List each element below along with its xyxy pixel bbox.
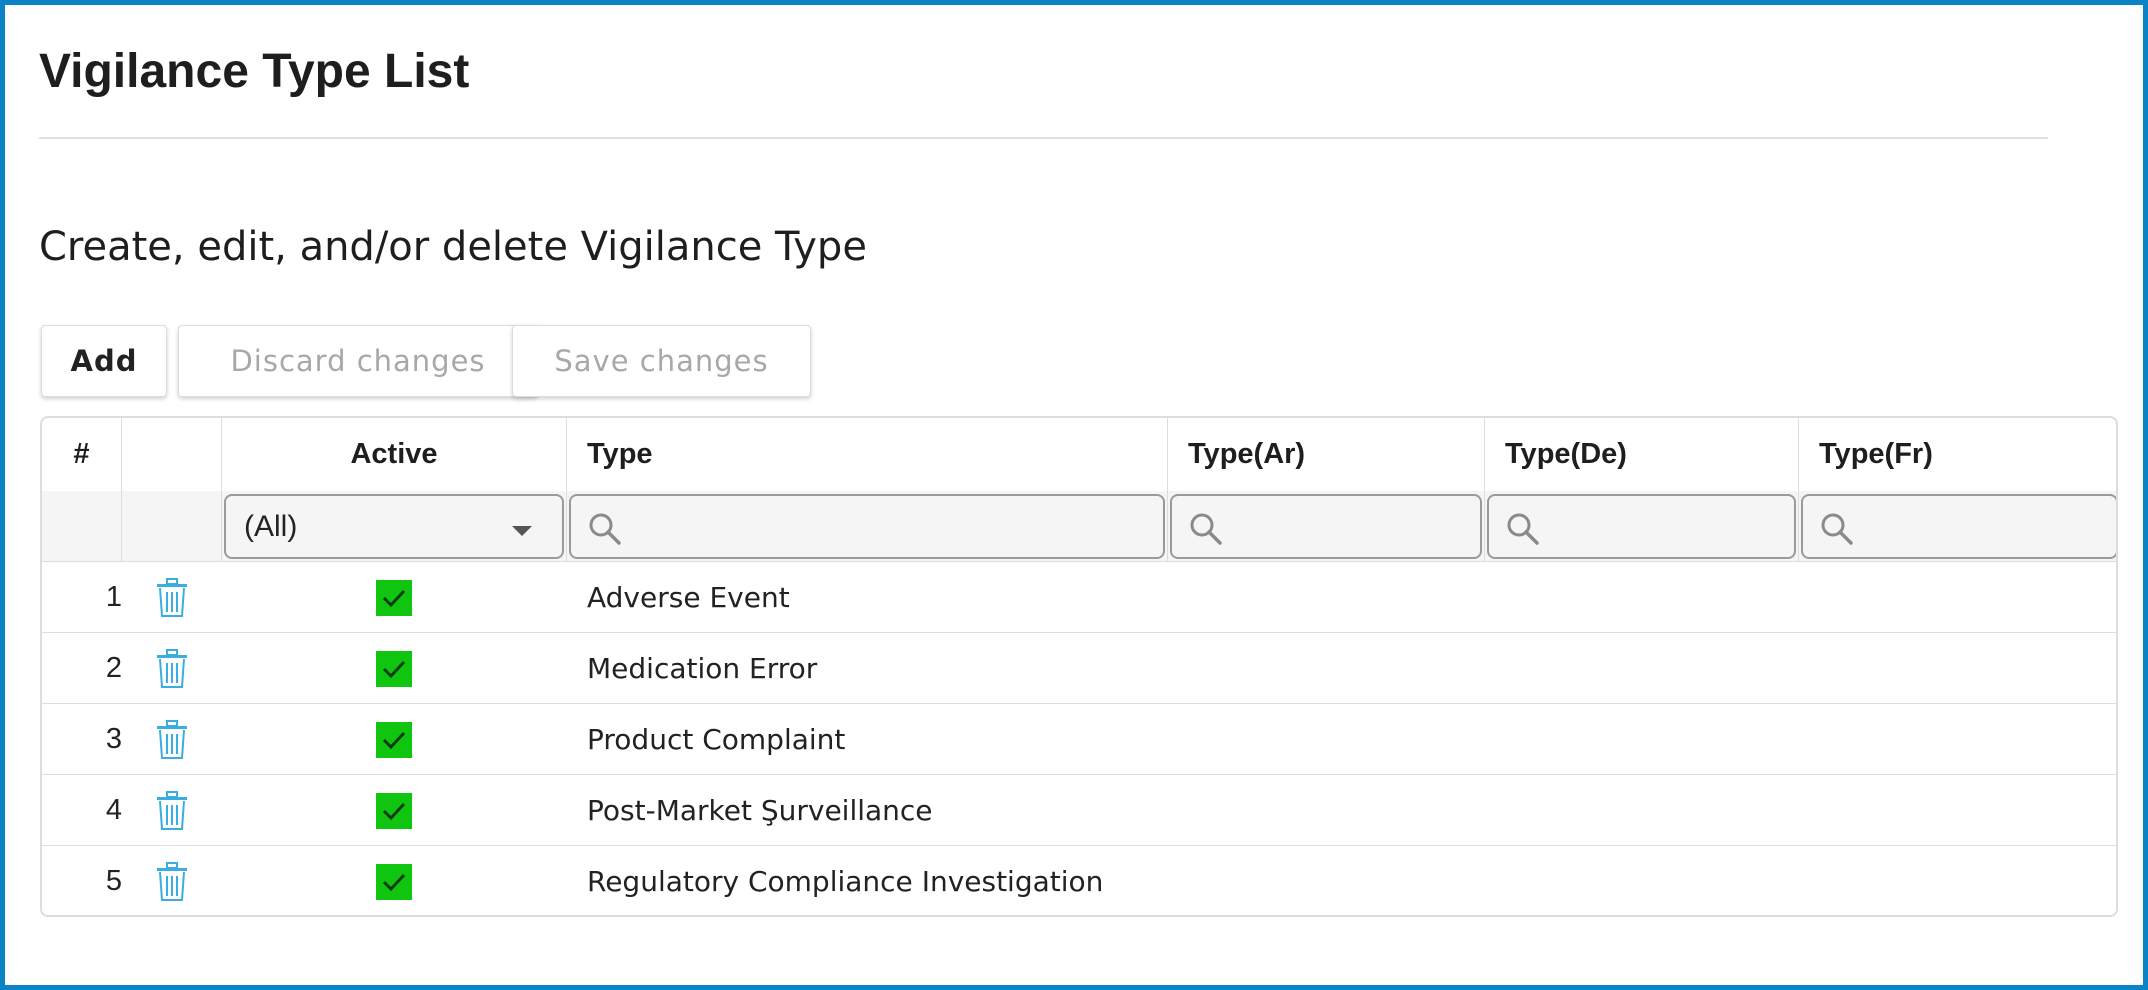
delete-row-button[interactable]: [122, 704, 222, 775]
active-cell: [222, 562, 566, 633]
type-cell[interactable]: Regulatory Compliance Investigation: [587, 846, 1187, 915]
table-row[interactable]: 3 Product Complaint: [42, 704, 2116, 775]
active-filter-select[interactable]: (All): [224, 494, 564, 559]
filter-cell-index: [42, 491, 122, 561]
row-index: 2: [105, 652, 122, 684]
type-cell[interactable]: Product Complaint: [587, 704, 1187, 775]
check-icon: [382, 589, 406, 607]
column-header-active[interactable]: Active: [222, 418, 567, 491]
trash-icon: [157, 861, 187, 901]
type-filter-input[interactable]: [631, 502, 1153, 551]
active-cell: [222, 775, 566, 846]
table-row[interactable]: 1 Adverse Event: [42, 562, 2116, 633]
delete-row-button[interactable]: [122, 562, 222, 633]
type-filter-box: [569, 494, 1165, 559]
grid-header-row: # Active Type Type(Ar) Type(De) Type(Fr): [42, 418, 2116, 492]
filter-cell-active: (All): [222, 491, 567, 561]
trash-icon: [157, 719, 187, 759]
filter-cell-type: [567, 491, 1168, 561]
type-cell[interactable]: Post-Market Şurveillance: [587, 775, 1187, 846]
trash-icon: [157, 577, 187, 617]
type-ar-filter-box: [1170, 494, 1482, 559]
filter-cell-type-fr: [1799, 491, 2116, 561]
type-ar-filter-input[interactable]: [1232, 502, 1470, 551]
check-icon: [382, 660, 406, 678]
title-divider: [39, 137, 2048, 139]
grid-filter-row: (All): [42, 491, 2116, 562]
column-header-type-ar[interactable]: Type(Ar): [1168, 418, 1485, 491]
save-changes-button[interactable]: Save changes: [512, 325, 811, 397]
check-icon: [382, 802, 406, 820]
filter-cell-delete: [122, 491, 222, 561]
type-fr-filter-box: [1801, 494, 2116, 559]
type-cell[interactable]: Adverse Event: [587, 562, 1187, 633]
active-checkbox[interactable]: [376, 863, 412, 900]
trash-icon: [157, 648, 187, 688]
active-cell: [222, 846, 566, 915]
page-title: Vigilance Type List: [39, 45, 470, 98]
active-filter-value: (All): [244, 509, 298, 543]
active-cell: [222, 633, 566, 704]
delete-row-button[interactable]: [122, 846, 222, 915]
search-icon: [589, 513, 621, 545]
search-icon: [1507, 513, 1539, 545]
discard-changes-button[interactable]: Discard changes: [178, 325, 538, 397]
add-button[interactable]: Add: [41, 325, 167, 397]
table-row[interactable]: 4 Post-Market Şurveillance: [42, 775, 2116, 846]
search-icon: [1821, 513, 1853, 545]
active-cell: [222, 704, 566, 775]
row-index: 1: [105, 581, 122, 613]
filter-cell-type-ar: [1168, 491, 1485, 561]
type-de-filter-input[interactable]: [1549, 502, 1784, 551]
check-icon: [382, 873, 406, 891]
filter-cell-type-de: [1485, 491, 1799, 561]
trash-icon: [157, 790, 187, 830]
search-icon: [1190, 513, 1222, 545]
column-header-delete: [122, 418, 222, 491]
type-cell[interactable]: Medication Error: [587, 633, 1187, 704]
check-icon: [382, 731, 406, 749]
row-index: 3: [105, 723, 122, 755]
type-de-filter-box: [1487, 494, 1796, 559]
table-row[interactable]: 5 Regulatory Compliance Investigation: [42, 846, 2116, 915]
column-header-type[interactable]: Type: [567, 418, 1168, 491]
page-subtitle: Create, edit, and/or delete Vigilance Ty…: [39, 224, 867, 270]
active-checkbox[interactable]: [376, 650, 412, 687]
active-checkbox[interactable]: [376, 579, 412, 616]
table-row[interactable]: 2 Medication Error: [42, 633, 2116, 704]
row-index: 5: [105, 865, 122, 897]
column-header-type-de[interactable]: Type(De): [1485, 418, 1799, 491]
app-frame: Vigilance Type List Create, edit, and/or…: [0, 0, 2148, 990]
type-fr-filter-input[interactable]: [1863, 502, 2106, 551]
delete-row-button[interactable]: [122, 775, 222, 846]
vigilance-type-grid: # Active Type Type(Ar) Type(De) Type(Fr)…: [40, 416, 2118, 917]
active-checkbox[interactable]: [376, 792, 412, 829]
column-header-type-fr[interactable]: Type(Fr): [1799, 418, 2116, 491]
caret-down-icon: [512, 526, 532, 536]
delete-row-button[interactable]: [122, 633, 222, 704]
row-index: 4: [105, 794, 122, 826]
column-header-index[interactable]: #: [42, 418, 122, 491]
active-checkbox[interactable]: [376, 721, 412, 758]
